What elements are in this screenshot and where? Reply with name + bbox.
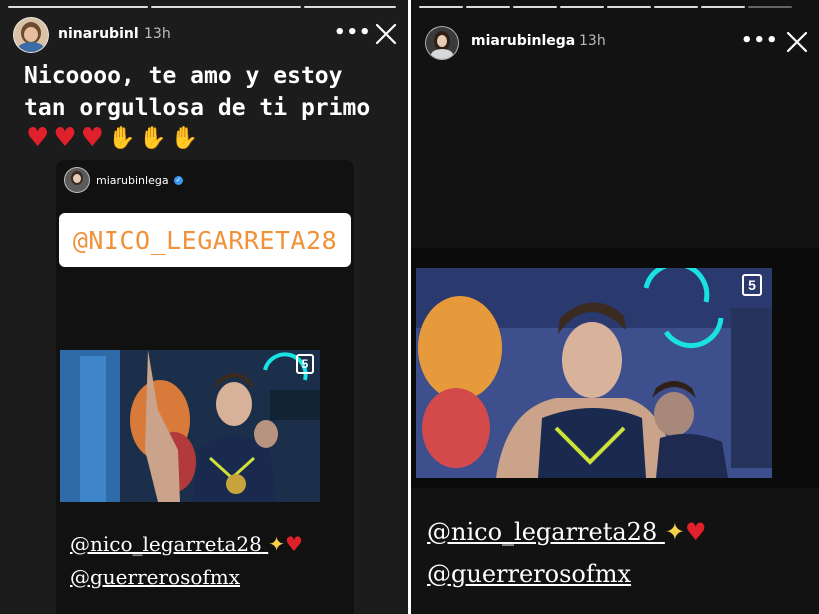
progress-segment bbox=[466, 6, 510, 8]
story-time: 13h bbox=[144, 26, 171, 42]
story-caption: Nicoooo, te amo y estoy tan orgullosa de… bbox=[24, 63, 371, 121]
close-icon[interactable] bbox=[785, 30, 809, 54]
mention-text[interactable]: @nico_legarreta28 bbox=[70, 532, 262, 556]
mention-link-nico[interactable]: @nico_legarreta28 ✦♥ bbox=[427, 516, 706, 548]
progress-segment bbox=[654, 6, 698, 8]
story-time: 13h bbox=[579, 33, 606, 49]
progress-segment bbox=[701, 6, 745, 8]
tv-screen-photo: 5 bbox=[416, 268, 772, 478]
mention-sticker[interactable]: @NICO_LEGARRETA28 bbox=[59, 213, 351, 267]
red-heart-emoji: ♥ bbox=[26, 123, 50, 153]
progress-segment bbox=[151, 6, 301, 8]
clapping-hands-emoji: ✋ bbox=[139, 125, 167, 151]
progress-segment bbox=[513, 6, 557, 8]
red-heart-emoji: ♥ bbox=[684, 518, 707, 546]
story-left[interactable]: ninarubinl 13h ••• Nicoooo, te amo y est… bbox=[0, 0, 408, 614]
clapping-hands-emoji: ✋ bbox=[170, 125, 199, 151]
story-right[interactable]: miarubinlega 13h ••• 5 @nico_legarreta28… bbox=[411, 0, 819, 614]
close-icon[interactable] bbox=[374, 22, 398, 46]
mention-text[interactable]: @guerrerosofmx bbox=[427, 558, 631, 590]
verified-badge-icon: ✓ bbox=[174, 176, 183, 185]
progress-segment bbox=[8, 6, 148, 8]
progress-segment bbox=[419, 6, 463, 8]
red-heart-emoji: ♥ bbox=[284, 532, 303, 556]
more-horizontal-icon[interactable]: ••• bbox=[741, 30, 779, 51]
avatar[interactable] bbox=[425, 26, 459, 60]
channel-badge: 5 bbox=[742, 274, 762, 296]
clapping-hands-emoji: ✋ bbox=[107, 125, 136, 151]
progress-segment bbox=[748, 6, 792, 8]
story-username[interactable]: ninarubinl bbox=[58, 26, 139, 42]
red-heart-emoji: ♥ bbox=[53, 123, 77, 153]
emoji-row: ♥ ♥ ♥ ✋ ✋ ✋ bbox=[26, 124, 198, 152]
mention-text[interactable]: @guerrerosofmx bbox=[70, 564, 240, 590]
repost-avatar bbox=[64, 167, 90, 193]
tv-screen-photo: 5 bbox=[60, 350, 320, 502]
mention-text[interactable]: @nico_legarreta28 bbox=[427, 518, 657, 546]
sparkles-emoji: ✦ bbox=[268, 532, 285, 556]
sparkles-emoji: ✦ bbox=[664, 518, 685, 546]
story-username[interactable]: miarubinlega bbox=[471, 33, 575, 49]
story-progress-bar bbox=[419, 6, 792, 8]
mention-link-nico[interactable]: @nico_legarreta28 ✦♥ bbox=[70, 531, 303, 557]
story-progress-bar bbox=[8, 6, 396, 8]
progress-segment bbox=[560, 6, 604, 8]
repost-username[interactable]: miarubinlega bbox=[96, 174, 169, 187]
channel-badge: 5 bbox=[296, 354, 314, 374]
progress-segment bbox=[607, 6, 651, 8]
red-heart-emoji: ♥ bbox=[80, 123, 104, 153]
avatar[interactable] bbox=[13, 17, 49, 53]
more-horizontal-icon[interactable]: ••• bbox=[334, 22, 372, 43]
progress-segment bbox=[304, 6, 396, 8]
